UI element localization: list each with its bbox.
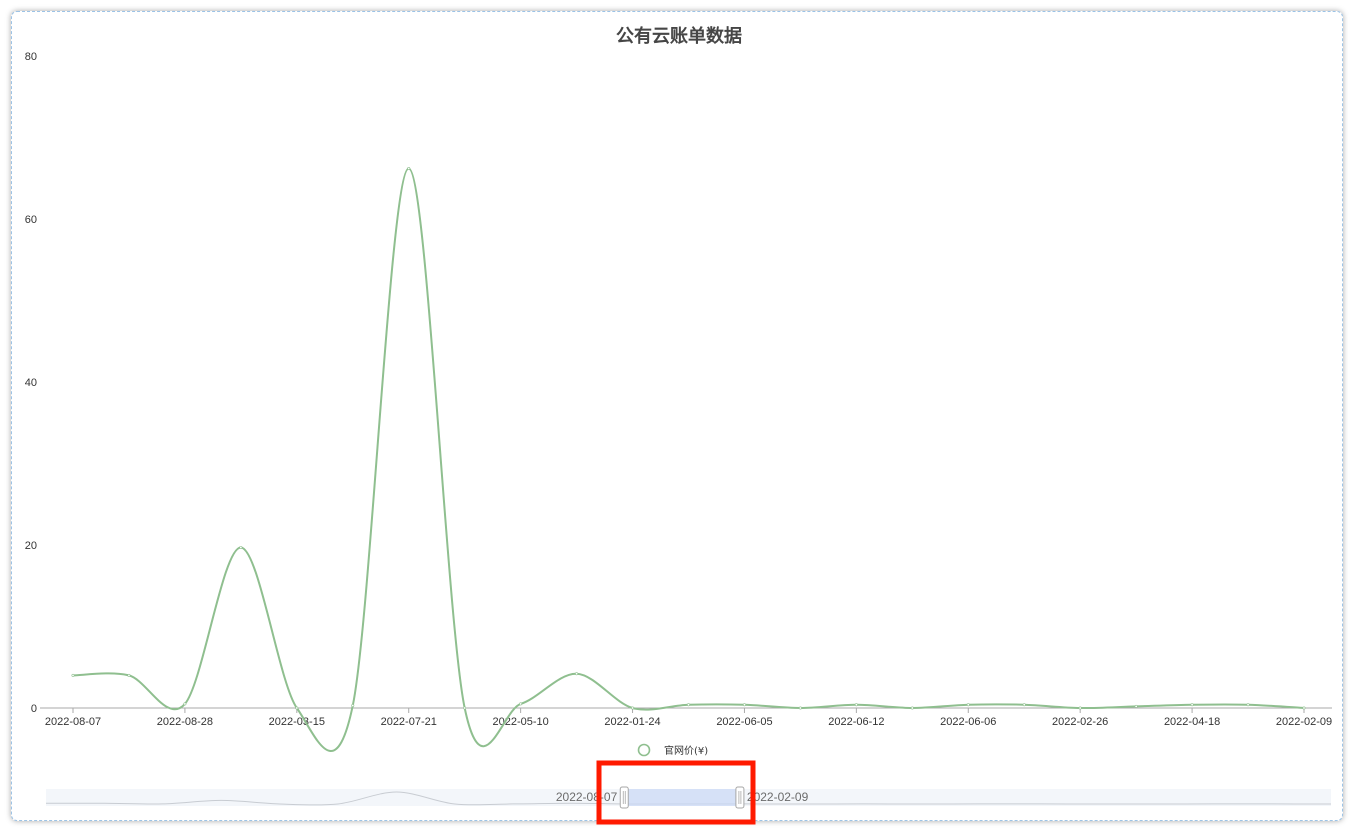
data-point[interactable] bbox=[1246, 703, 1250, 707]
data-point[interactable] bbox=[798, 706, 802, 710]
data-zoom-end-label: 2022-02-09 bbox=[747, 790, 809, 804]
data-point[interactable] bbox=[575, 672, 579, 676]
data-point[interactable] bbox=[463, 706, 467, 710]
data-point[interactable] bbox=[742, 703, 746, 707]
data-zoom-selected-range[interactable] bbox=[624, 789, 740, 806]
data-point[interactable] bbox=[1078, 706, 1082, 710]
x-tick-label: 2022-06-12 bbox=[828, 716, 884, 728]
data-point[interactable] bbox=[1302, 706, 1306, 710]
data-point[interactable] bbox=[1022, 703, 1026, 707]
x-tick-label: 2022-07-21 bbox=[381, 716, 437, 728]
data-point[interactable] bbox=[631, 706, 635, 710]
data-point[interactable] bbox=[351, 704, 355, 708]
chart-title: 公有云账单数据 bbox=[616, 25, 742, 47]
data-point[interactable] bbox=[854, 703, 858, 707]
data-point[interactable] bbox=[239, 545, 243, 549]
line-chart: 公有云账单数据 020406080 2022-08-07 2022-08-28 20… bbox=[25, 25, 1332, 825]
data-zoom-start-handle[interactable] bbox=[619, 786, 629, 809]
data-point[interactable] bbox=[127, 673, 131, 677]
x-tick-label: 2022-06-06 bbox=[940, 716, 996, 728]
y-tick-label: 40 bbox=[25, 377, 37, 389]
x-tick-label: 2022-01-24 bbox=[604, 716, 660, 728]
data-point[interactable] bbox=[71, 673, 75, 677]
legend-marker[interactable] bbox=[637, 743, 651, 757]
legend-label[interactable]: 官网价(¥) bbox=[664, 744, 708, 757]
x-tick-label: 2022-03-15 bbox=[269, 716, 325, 728]
x-tick-label: 2022-08-07 bbox=[45, 716, 101, 728]
data-point[interactable] bbox=[686, 703, 690, 707]
data-point[interactable] bbox=[407, 166, 411, 170]
data-zoom-end-handle[interactable] bbox=[735, 786, 745, 809]
x-tick-label: 2022-02-26 bbox=[1052, 716, 1108, 728]
x-tick-label: 2022-05-10 bbox=[492, 716, 548, 728]
series-layer bbox=[71, 166, 1306, 752]
y-axis: 0 20 40 60 80 bbox=[25, 51, 37, 715]
data-zoom-slider[interactable]: 2022-08-07 2022-02-09 bbox=[45, 786, 1332, 809]
data-point[interactable] bbox=[1134, 704, 1138, 708]
x-tick-label: 2022-04-18 bbox=[1164, 716, 1220, 728]
x-tick-label: 2022-06-05 bbox=[716, 716, 772, 728]
x-tick-label: 2022-02-09 bbox=[1276, 716, 1332, 728]
y-tick-label: 60 bbox=[25, 214, 37, 226]
y-tick-label: 80 bbox=[25, 51, 37, 63]
y-tick-label: 0 bbox=[31, 703, 37, 715]
y-tick-label: 20 bbox=[25, 540, 37, 552]
data-point[interactable] bbox=[519, 702, 523, 706]
x-axis: 2022-08-07 2022-08-28 2022-03-15 2022-07-21… bbox=[40, 707, 1332, 728]
legend[interactable]: 官网价(¥) bbox=[637, 743, 709, 757]
data-point[interactable] bbox=[295, 706, 299, 710]
x-tick-label: 2022-08-28 bbox=[157, 716, 213, 728]
data-zoom-start-label: 2022-08-07 bbox=[556, 790, 618, 804]
data-point[interactable] bbox=[966, 703, 970, 707]
series-line bbox=[72, 167, 1305, 752]
data-point[interactable] bbox=[183, 702, 187, 706]
data-point[interactable] bbox=[1190, 703, 1194, 707]
data-point[interactable] bbox=[910, 706, 914, 710]
